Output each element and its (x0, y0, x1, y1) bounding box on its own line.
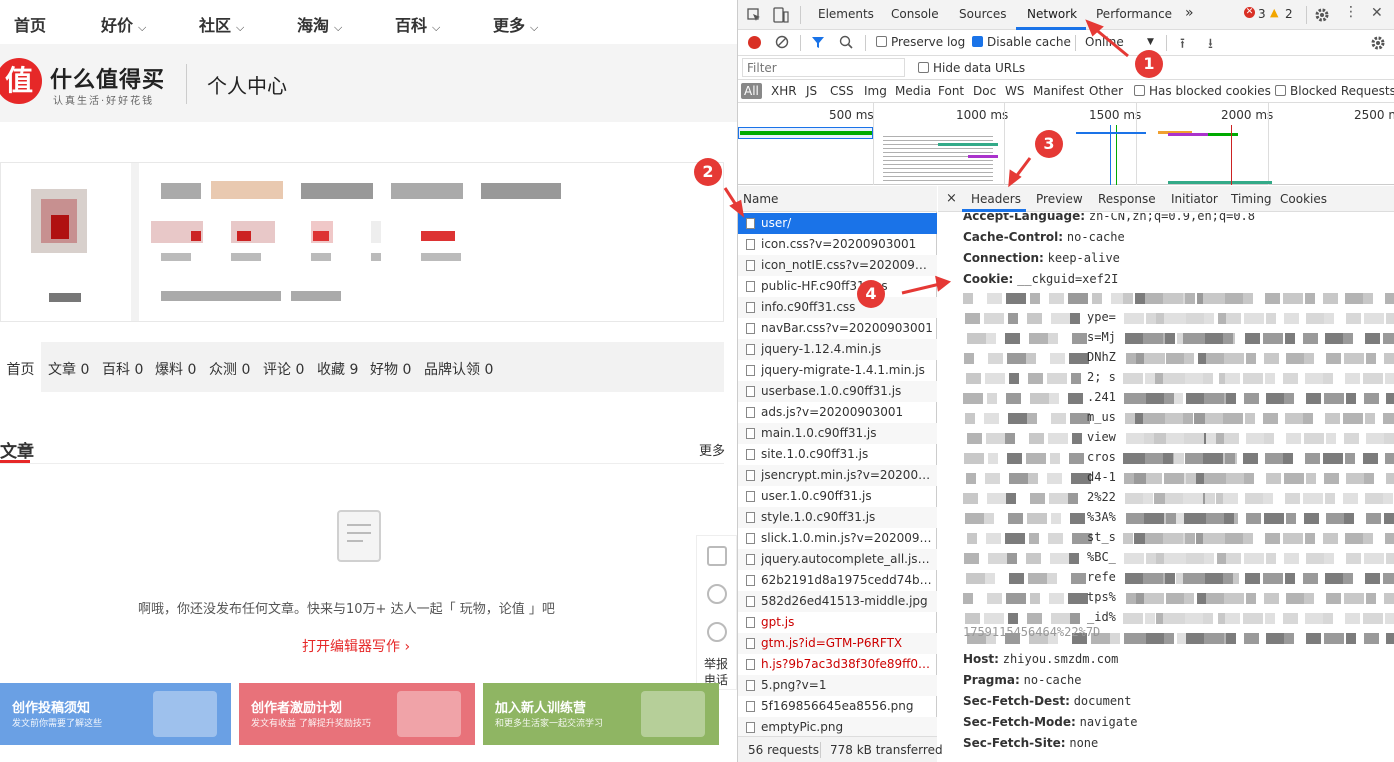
annotation-badge: 1 (1135, 50, 1163, 78)
annotation-badge: 3 (1035, 130, 1063, 158)
annotation-arrows (723, 19, 1129, 295)
annotation-badge: 2 (694, 158, 722, 186)
annotation-badge: 4 (857, 280, 885, 308)
